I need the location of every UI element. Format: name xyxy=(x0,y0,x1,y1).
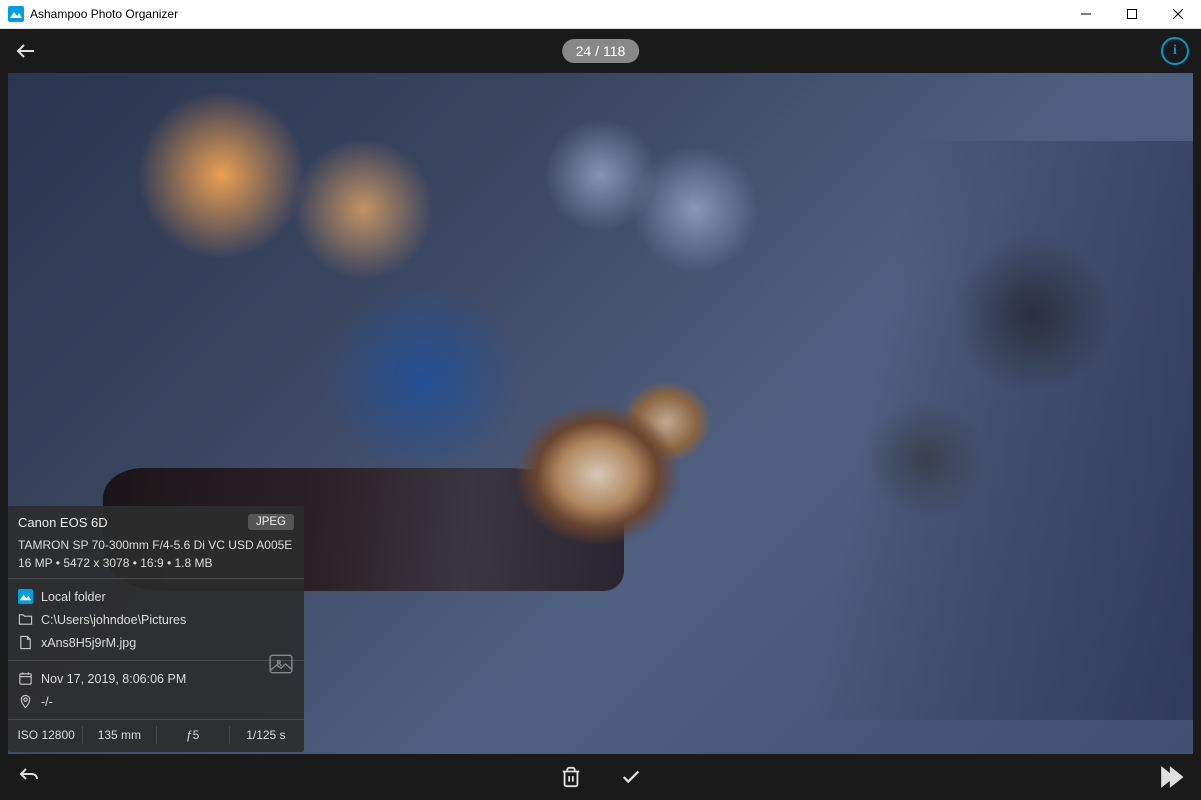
camera-model: Canon EOS 6D xyxy=(18,515,248,530)
capture-datetime: Nov 17, 2019, 8:06:06 PM xyxy=(41,672,186,686)
folder-path: C:\Users\johndoe\Pictures xyxy=(41,613,186,627)
filename: xAns8H5j9rM.jpg xyxy=(41,636,136,650)
window-titlebar: Ashampoo Photo Organizer xyxy=(0,0,1201,29)
confirm-button[interactable] xyxy=(616,762,646,792)
exif-row: ISO 12800 135 mm ƒ5 1/125 s xyxy=(8,719,304,752)
exif-iso: ISO 12800 xyxy=(10,726,83,744)
window-title: Ashampoo Photo Organizer xyxy=(30,7,1063,21)
location-pin-icon xyxy=(18,694,33,709)
folder-label: Local folder xyxy=(41,590,106,604)
exif-focal-length: 135 mm xyxy=(83,726,156,744)
viewer-top-bar: 24 / 118 i xyxy=(0,29,1201,73)
minimize-button[interactable] xyxy=(1063,0,1109,29)
image-counter: 24 / 118 xyxy=(562,39,640,63)
metadata-panel: Canon EOS 6D JPEG TAMRON SP 70-300mm F/4… xyxy=(8,506,304,752)
skip-forward-button[interactable] xyxy=(1157,762,1187,792)
image-icon xyxy=(18,589,33,604)
image-dimensions: 16 MP • 5472 x 3078 • 16:9 • 1.8 MB xyxy=(8,554,304,578)
info-button[interactable]: i xyxy=(1161,37,1189,65)
window-controls xyxy=(1063,0,1201,29)
map-icon[interactable] xyxy=(268,651,294,677)
undo-button[interactable] xyxy=(14,762,44,792)
exif-shutter: 1/125 s xyxy=(230,726,302,744)
close-button[interactable] xyxy=(1155,0,1201,29)
exif-aperture: ƒ5 xyxy=(157,726,230,744)
lens-model: TAMRON SP 70-300mm F/4-5.6 Di VC USD A00… xyxy=(8,536,304,554)
location-value: -/- xyxy=(41,695,53,709)
viewer-bottom-bar xyxy=(0,754,1201,800)
file-format-badge: JPEG xyxy=(248,514,294,530)
file-icon xyxy=(18,635,33,650)
folder-icon xyxy=(18,612,33,627)
app-icon xyxy=(8,6,24,22)
back-button[interactable] xyxy=(12,37,40,65)
maximize-button[interactable] xyxy=(1109,0,1155,29)
app-body: 24 / 118 i Canon EOS 6D JPEG TAMRON SP 7… xyxy=(0,29,1201,800)
calendar-icon xyxy=(18,671,33,686)
delete-button[interactable] xyxy=(556,762,586,792)
